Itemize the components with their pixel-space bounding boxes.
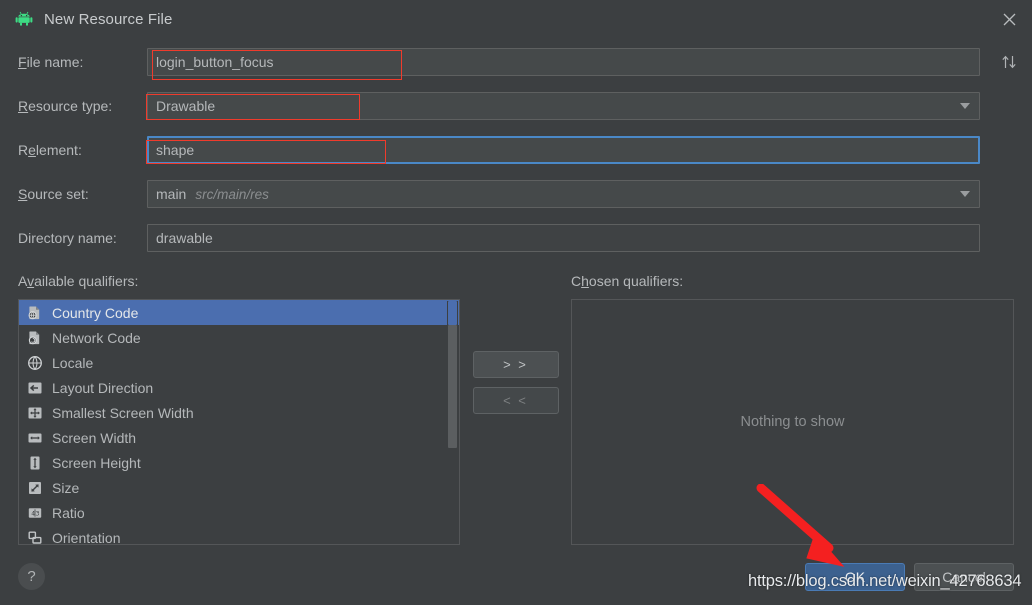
list-item[interactable]: Size	[19, 475, 459, 500]
root-element-label: Relement:	[18, 142, 147, 158]
row-source-set: Source set: main src/main/res	[0, 179, 1032, 209]
close-icon[interactable]	[986, 0, 1032, 38]
remove-qualifier-button[interactable]: < <	[473, 387, 559, 414]
resource-type-select[interactable]: Drawable	[147, 92, 980, 120]
layout-direction-icon	[26, 379, 44, 397]
available-qualifiers-panel: Available qualifiers: Country Code Netwo…	[18, 273, 460, 545]
list-item-label: Smallest Screen Width	[52, 405, 194, 421]
list-item[interactable]: Screen Height	[19, 450, 459, 475]
file-name-label: File name:	[18, 54, 147, 70]
screen-height-icon	[26, 454, 44, 472]
scrollbar-thumb[interactable]	[448, 325, 457, 448]
file-name-value: login_button_focus	[156, 54, 274, 70]
chosen-qualifiers-list[interactable]: Nothing to show	[571, 299, 1014, 545]
list-item-label: Screen Height	[52, 455, 141, 471]
list-item-label: Size	[52, 480, 79, 496]
directory-name-label: Directory name:	[18, 230, 147, 246]
resource-form: File name: login_button_focus Resource t…	[0, 38, 1032, 267]
dialog-title: New Resource File	[44, 11, 172, 28]
locale-globe-icon	[26, 354, 44, 372]
chosen-qualifiers-panel: Chosen qualifiers: Nothing to show	[571, 273, 1014, 545]
screen-width-icon	[26, 429, 44, 447]
chosen-qualifiers-label: Chosen qualifiers:	[571, 273, 1014, 292]
chevron-down-icon	[960, 103, 970, 109]
list-item[interactable]: Network Code	[19, 325, 459, 350]
size-icon	[26, 479, 44, 497]
list-item-label: Layout Direction	[52, 380, 153, 396]
row-file-name: File name: login_button_focus	[0, 47, 1032, 77]
list-item-label: Orientation	[52, 530, 120, 546]
list-item[interactable]: Locale	[19, 350, 459, 375]
cancel-button[interactable]: Cancel	[914, 563, 1014, 591]
available-qualifiers-list[interactable]: Country Code Network Code Locale	[18, 299, 460, 545]
resource-type-label: Resource type:	[18, 98, 147, 114]
list-item[interactable]: 43 Ratio	[19, 500, 459, 525]
file-name-input[interactable]: login_button_focus	[147, 48, 980, 76]
directory-name-value: drawable	[156, 230, 213, 246]
new-resource-file-dialog: New Resource File File name: login_butto…	[0, 0, 1032, 605]
available-list-scrollbar[interactable]	[447, 301, 458, 543]
scrollbar-track-top	[448, 301, 457, 325]
qualifiers-area: Available qualifiers: Country Code Netwo…	[0, 267, 1032, 545]
svg-text:3: 3	[36, 510, 40, 517]
smallest-screen-width-icon	[26, 404, 44, 422]
row-directory-name: Directory name: drawable	[0, 223, 1032, 253]
source-set-select[interactable]: main src/main/res	[147, 180, 980, 208]
help-button[interactable]: ?	[18, 563, 45, 590]
source-set-value: main	[156, 186, 186, 202]
add-qualifier-button[interactable]: > >	[473, 351, 559, 378]
dialog-footer: ? OK Cancel	[0, 548, 1032, 605]
empty-state-text: Nothing to show	[741, 414, 845, 430]
list-item-label: Network Code	[52, 330, 141, 346]
sort-swap-icon[interactable]	[998, 51, 1020, 73]
list-item[interactable]: Layout Direction	[19, 375, 459, 400]
list-item[interactable]: Smallest Screen Width	[19, 400, 459, 425]
list-item-label: Ratio	[52, 505, 85, 521]
list-item[interactable]: Screen Width	[19, 425, 459, 450]
chevron-down-icon	[960, 191, 970, 197]
root-element-input[interactable]: shape	[147, 136, 980, 164]
directory-name-input[interactable]: drawable	[147, 224, 980, 252]
list-item-label: Locale	[52, 355, 93, 371]
source-set-path: src/main/res	[195, 187, 269, 202]
root-element-value: shape	[156, 142, 194, 158]
ok-button[interactable]: OK	[805, 563, 905, 591]
ratio-icon: 43	[26, 504, 44, 522]
android-robot-icon	[14, 9, 34, 29]
list-item-label: Country Code	[52, 305, 138, 321]
list-item[interactable]: Country Code	[19, 300, 459, 325]
available-qualifiers-label: Available qualifiers:	[18, 273, 460, 292]
country-code-icon	[26, 304, 44, 322]
list-item[interactable]: Orientation	[19, 525, 459, 545]
dialog-titlebar: New Resource File	[0, 0, 1032, 38]
orientation-icon	[26, 529, 44, 546]
list-item-label: Screen Width	[52, 430, 136, 446]
resource-type-value: Drawable	[156, 98, 215, 114]
row-root-element: Relement: shape	[0, 135, 1032, 165]
source-set-label: Source set:	[18, 186, 147, 202]
row-resource-type: Resource type: Drawable	[0, 91, 1032, 121]
network-code-icon	[26, 329, 44, 347]
transfer-buttons: > > < <	[460, 273, 571, 545]
